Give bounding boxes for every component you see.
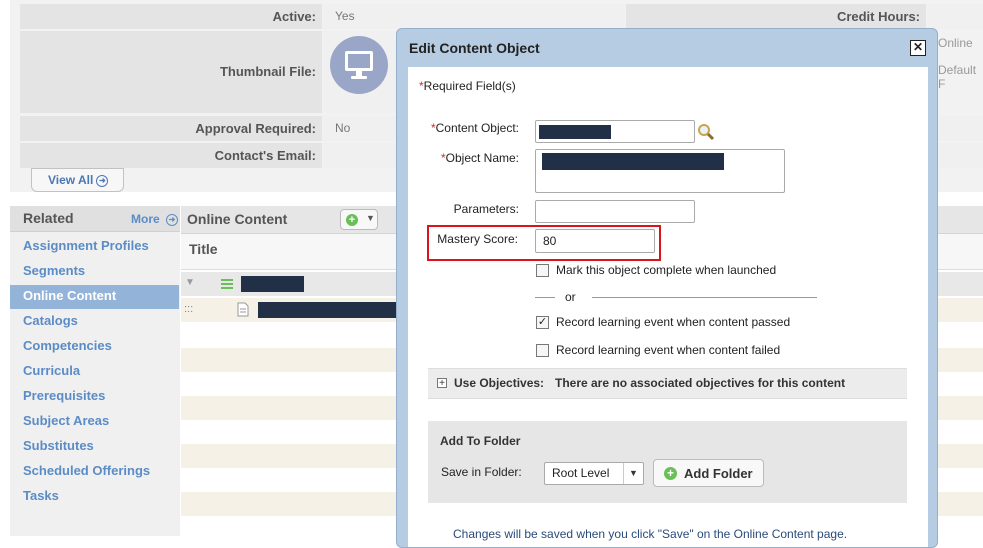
content-object-label: *Content Object: (414, 121, 519, 135)
content-object-input[interactable] (535, 120, 695, 143)
sidebar-item-curricula[interactable]: Curricula (23, 360, 80, 382)
dialog-title: Edit Content Object (409, 40, 540, 56)
related-header: Related More ➜ (10, 206, 180, 232)
default-partial-text: Default F (938, 63, 977, 91)
sidebar-item-online-content[interactable]: Online Content (23, 285, 116, 307)
object-name-label-text: Object Name: (445, 151, 519, 165)
sidebar-item-prerequisites[interactable]: Prerequisites (23, 385, 105, 407)
contact-email-label: Contact's Email: (20, 143, 322, 168)
sidebar-item-substitutes[interactable]: Substitutes (23, 435, 94, 457)
add-folder-label: Add Folder (684, 466, 753, 481)
arrow-right-icon: ➜ (166, 213, 179, 226)
mark-complete-checkbox[interactable] (536, 264, 549, 277)
objectives-text: There are no associated objectives for t… (555, 376, 846, 390)
footer-note: Changes will be saved when you click "Sa… (453, 527, 848, 541)
close-icon[interactable]: ✕ (910, 40, 926, 56)
monitor-icon (330, 36, 388, 94)
parameters-label: Parameters: (453, 202, 519, 216)
list-icon (221, 278, 233, 290)
objectives-label: Use Objectives: (454, 376, 545, 390)
add-to-folder-section: Add To Folder Save in Folder: Root Level… (428, 421, 907, 503)
record-passed-label: Record learning event when content passe… (556, 315, 791, 329)
record-passed-checkbox[interactable]: ✓ (536, 316, 549, 329)
chevron-down-icon: ▼ (629, 468, 638, 478)
mastery-score-input[interactable]: 80 (535, 229, 655, 253)
grid-title: Online Content (187, 211, 288, 227)
objectives-bar[interactable]: + Use Objectives: There are no associate… (428, 368, 907, 399)
content-object-label-text: Content Object: (435, 121, 519, 135)
active-label: Active: (20, 4, 322, 29)
sidebar-item-assignment-profiles[interactable]: Assignment Profiles (23, 235, 149, 257)
more-link[interactable]: More ➜ (131, 212, 179, 226)
mark-complete-label: Mark this object complete when launched (556, 263, 777, 277)
divider (535, 297, 555, 298)
object-name-textarea[interactable] (535, 149, 785, 193)
plus-icon: + (346, 214, 358, 226)
save-in-folder-label: Save in Folder: (441, 465, 522, 479)
add-content-button[interactable]: + ▼ (340, 209, 378, 230)
credit-hours-value (927, 4, 983, 29)
column-header-title[interactable]: Title (189, 241, 218, 257)
triangle-down-icon: ▼ (185, 277, 195, 288)
expand-icon[interactable]: + (437, 378, 447, 389)
drag-handle-icon[interactable]: ::: (184, 303, 193, 315)
record-failed-label: Record learning event when content faile… (556, 343, 781, 357)
redacted-folder-name (241, 276, 304, 292)
active-value: Yes (323, 4, 625, 29)
arrow-right-icon: ➜ (96, 174, 109, 187)
redacted-content-name (258, 302, 398, 318)
record-failed-checkbox[interactable] (536, 344, 549, 357)
more-link-label: More (131, 212, 160, 226)
chevron-down-icon: ▼ (366, 213, 375, 223)
approval-label: Approval Required: (20, 116, 322, 141)
view-all-label: View All (48, 173, 94, 187)
sidebar-item-competencies[interactable]: Competencies (23, 335, 112, 357)
redacted-object-name (542, 153, 724, 170)
add-folder-button[interactable]: + Add Folder (653, 459, 764, 487)
thumbnail-label: Thumbnail File: (20, 31, 322, 113)
document-icon (237, 302, 249, 317)
folder-select-value: Root Level (552, 466, 610, 480)
online-partial-text: Online (938, 36, 973, 50)
sidebar-item-catalogs[interactable]: Catalogs (23, 310, 78, 332)
related-title: Related (23, 210, 74, 226)
required-note-text: Required Field(s) (423, 79, 516, 93)
divider (623, 463, 624, 484)
folder-header: Add To Folder (440, 434, 521, 448)
divider (592, 297, 817, 298)
object-name-label: *Object Name: (414, 151, 519, 165)
sidebar-item-scheduled-offerings[interactable]: Scheduled Offerings (23, 460, 150, 482)
sidebar-item-tasks[interactable]: Tasks (23, 485, 59, 507)
credit-hours-label: Credit Hours: (626, 4, 926, 29)
view-all-button[interactable]: View All ➜ (31, 168, 124, 192)
sidebar-item-segments[interactable]: Segments (23, 260, 85, 282)
search-icon[interactable] (697, 123, 715, 141)
or-text: or (565, 290, 576, 304)
required-note: *Required Field(s) (419, 79, 516, 93)
redacted-content-object (539, 125, 611, 139)
sidebar-item-subject-areas[interactable]: Subject Areas (23, 410, 109, 432)
parameters-input[interactable] (535, 200, 695, 223)
plus-icon: + (664, 467, 677, 480)
mastery-score-label: Mastery Score: (437, 232, 518, 246)
folder-select[interactable]: Root Level ▼ (544, 462, 644, 485)
